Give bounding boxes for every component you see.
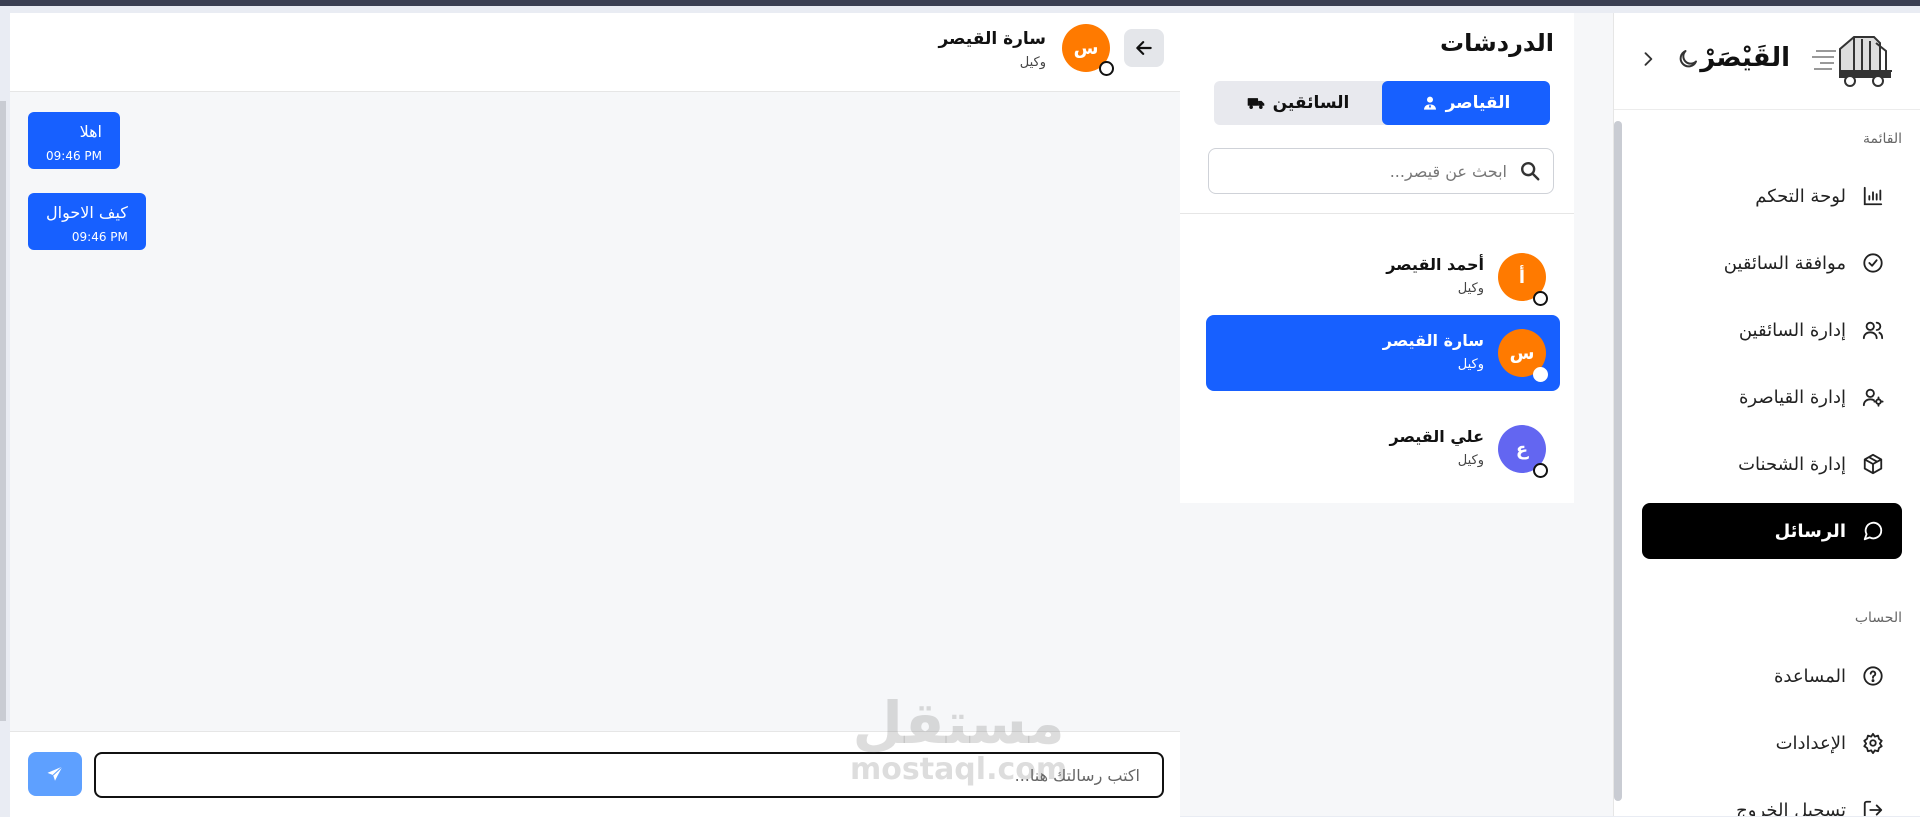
conversation-role: وكيل (1457, 453, 1484, 468)
message-input-wrapper (94, 752, 1164, 798)
arrow-left-icon (1136, 41, 1152, 55)
conversation-item[interactable]: ع علي القيصر وكيل (1206, 411, 1560, 487)
message-bubble: كيف الاحوال 09:46 PM (28, 193, 146, 250)
chat-header: س سارة القيصر وكيل (10, 13, 1180, 92)
message-bubble: اهلا 09:46 PM (28, 112, 120, 169)
truck-icon (1247, 98, 1264, 109)
gear-icon (1860, 730, 1886, 756)
user-cog-icon (1860, 384, 1886, 410)
nav-item-label: المساعدة (1773, 665, 1846, 687)
status-dot (1533, 463, 1548, 478)
nav-item-dashboard[interactable]: لوحة التحكم (1642, 168, 1902, 224)
status-dot (1533, 291, 1548, 306)
bar-chart-icon (1860, 183, 1886, 209)
search-input[interactable] (1225, 157, 1509, 185)
nav-item-help[interactable]: المساعدة (1642, 648, 1902, 704)
truck-logo-icon (1812, 36, 1892, 87)
help-circle-icon (1860, 663, 1886, 689)
window-top-bar (0, 0, 1920, 6)
tab-caesars[interactable]: القياصر (1382, 81, 1550, 125)
tab-label: السائقين (1272, 93, 1350, 113)
send-button[interactable] (28, 752, 82, 796)
nav-item-driver-approval[interactable]: موافقة السائقين (1642, 235, 1902, 291)
contact-status-dot (1099, 61, 1114, 76)
nav-item-settings[interactable]: الإعدادات (1642, 715, 1902, 771)
conversation-role: وكيل (1457, 281, 1484, 296)
section-label-menu: القائمة (1863, 131, 1902, 147)
sidebar-header: القَيْصَرْ (1614, 13, 1920, 110)
message-text: كيف الاحوال (46, 203, 128, 222)
tab-drivers[interactable]: السائقين (1214, 81, 1382, 125)
conversation-name: سارة القيصر (1382, 331, 1484, 350)
nav-item-label: موافقة السائقين (1723, 252, 1846, 274)
nav-item-label: لوحة التحكم (1755, 185, 1846, 207)
section-label-account: الحساب (1854, 610, 1902, 626)
nav-item-label: إدارة القياصرة (1738, 386, 1846, 408)
chat-scrollbar[interactable] (0, 101, 6, 721)
message-composer (10, 731, 1180, 817)
back-button[interactable] (1124, 29, 1164, 67)
conversation-name: أحمد القيصر (1386, 255, 1484, 274)
package-icon (1860, 451, 1886, 477)
divider (1180, 213, 1574, 214)
nav-item-label: الإعدادات (1775, 732, 1846, 754)
message-input[interactable] (118, 760, 1142, 790)
search-box (1208, 148, 1554, 194)
sidebar: القَيْصَرْ القائمة لوحة التحكم موافقة ال… (1613, 13, 1920, 816)
moon-icon[interactable] (1676, 47, 1700, 71)
brand-name: القَيْصَرْ (1700, 43, 1790, 73)
contact-role: وكيل (1019, 55, 1046, 70)
app-container: س سارة القيصر وكيل اهلا 09:46 PM كيف الا… (0, 13, 1920, 817)
nav-item-drivers-management[interactable]: إدارة السائقين (1642, 302, 1902, 358)
nav-item-label: الرسائل (1774, 520, 1846, 542)
search-icon (1521, 162, 1540, 181)
nav-item-label: إدارة الشحنات (1738, 453, 1846, 475)
logout-icon (1860, 797, 1886, 816)
chat-window: س سارة القيصر وكيل اهلا 09:46 PM كيف الا… (0, 13, 1180, 817)
nav-item-shipments-management[interactable]: إدارة الشحنات (1642, 436, 1902, 492)
users-icon (1860, 317, 1886, 343)
nav-item-label: إدارة السائقين (1738, 319, 1846, 341)
chevron-right-icon[interactable] (1638, 49, 1658, 69)
message-time: 09:46 PM (46, 149, 102, 163)
send-icon (47, 766, 63, 781)
chat-tabs: القياصر السائقين (1214, 81, 1550, 125)
nav-item-logout[interactable]: تسجيل الخروج (1642, 782, 1902, 816)
sidebar-scrollbar[interactable] (1614, 121, 1622, 801)
check-circle-icon (1860, 250, 1886, 276)
user-tie-icon (1423, 96, 1436, 110)
conversation-item-selected[interactable]: س سارة القيصر وكيل (1206, 315, 1560, 391)
tab-label: القياصر (1445, 93, 1511, 113)
message-time: 09:46 PM (71, 230, 128, 244)
conversation-item[interactable]: أ أحمد القيصر وكيل (1206, 239, 1560, 315)
status-dot (1533, 367, 1548, 382)
nav-item-label: تسجيل الخروج (1736, 799, 1846, 817)
chat-list-panel: الدردشات القياصر السائقين أ أحمد القيصر … (1180, 13, 1574, 503)
conversation-role: وكيل (1457, 357, 1484, 372)
message-circle-icon (1860, 518, 1886, 544)
message-text: اهلا (79, 122, 102, 141)
conversation-name: علي القيصر (1389, 427, 1484, 446)
nav-item-messages[interactable]: الرسائل (1642, 503, 1902, 559)
contact-name: سارة القيصر (938, 29, 1046, 49)
nav-item-caesars-management[interactable]: إدارة القياصرة (1642, 369, 1902, 425)
chats-title: الدردشات (1440, 29, 1554, 57)
